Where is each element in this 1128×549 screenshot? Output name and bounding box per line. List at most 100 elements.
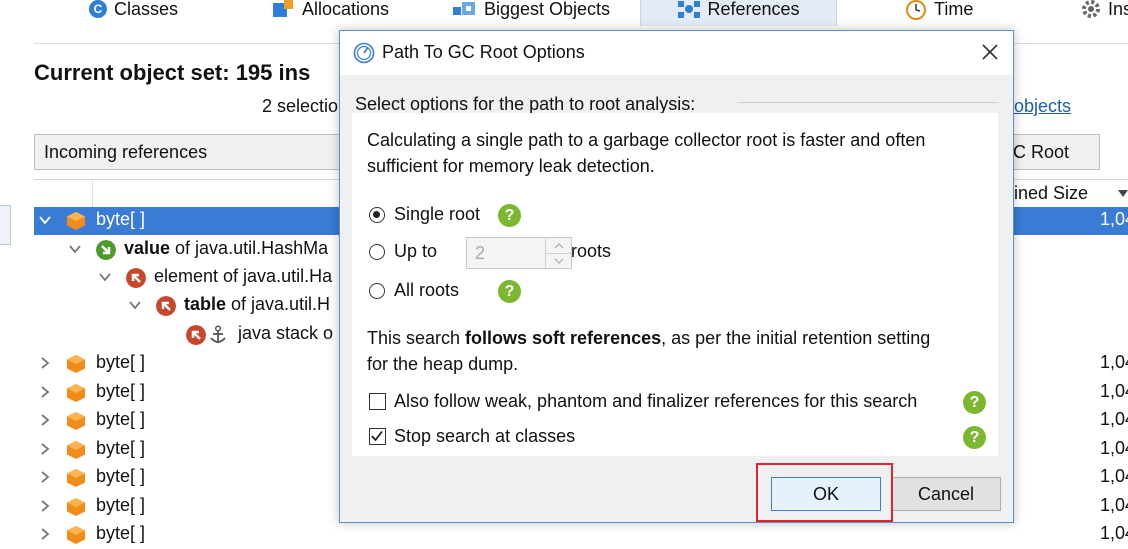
row-size: 1,048 k — [1100, 209, 1128, 229]
follow-weak-references-checkbox[interactable] — [369, 393, 386, 410]
classes-icon: C — [89, 0, 107, 18]
reference-direction-label: Incoming references — [44, 141, 208, 162]
view-tab-bar: C Classes Allocations Biggest Objects Re… — [0, 0, 1128, 26]
row-field-owner: of java.util.H — [226, 294, 331, 314]
tab-label: Classes — [114, 0, 179, 19]
tab-time[interactable]: Time — [904, 0, 973, 26]
ok-button-highlight-annotation — [756, 463, 893, 522]
row-label: byte[ ] — [96, 523, 146, 543]
chevron-down-icon — [554, 258, 564, 264]
time-icon — [906, 0, 926, 20]
row-size: 1,048 k — [1100, 409, 1128, 429]
chevron-down-icon[interactable] — [98, 270, 112, 284]
help-glyph: ? — [969, 428, 980, 446]
tab-allocations[interactable]: Allocations — [272, 0, 389, 26]
row-label: table of java.util.H — [184, 294, 330, 315]
tab-inspections[interactable]: Ins — [1080, 0, 1128, 26]
row-label: byte[ ] — [96, 409, 146, 429]
chevron-right-icon[interactable] — [38, 356, 52, 370]
biggest-objects-icon — [453, 2, 475, 15]
follow-weak-references-label[interactable]: Also follow weak, phantom and finalizer … — [394, 391, 917, 412]
objects-link[interactable]: objects — [1014, 96, 1071, 117]
row-field-name: table — [184, 294, 227, 314]
array-cube-icon — [67, 212, 85, 230]
array-cube-icon — [67, 469, 85, 487]
reference-direction-select[interactable]: Incoming references — [34, 134, 344, 170]
allocations-icon — [273, 0, 293, 17]
row-label: java stack o — [238, 323, 334, 343]
gc-root-anchor-icon — [210, 325, 226, 343]
tab-label: Biggest Objects — [484, 0, 611, 19]
row-size: 1,048 k — [1100, 494, 1128, 515]
row-label: byte[ ] — [96, 437, 146, 458]
up-to-radio[interactable] — [369, 244, 385, 260]
chevron-right-icon[interactable] — [38, 442, 52, 456]
section-label: Select options for the path to root anal… — [355, 94, 696, 114]
spinner-up-button[interactable] — [545, 239, 572, 254]
close-icon[interactable] — [978, 40, 1002, 64]
row-field-name: value — [124, 238, 171, 258]
row-size: 1,048 k — [1100, 352, 1128, 372]
cancel-button-label: Cancel — [917, 483, 975, 504]
chevron-down-icon[interactable] — [38, 213, 52, 227]
soft-references-note-line-2: for the heap dump. — [367, 354, 519, 374]
tab-biggest-objects[interactable]: Biggest Objects — [452, 0, 610, 26]
chevron-right-icon[interactable] — [38, 499, 52, 513]
references-icon — [678, 1, 701, 18]
tab-classes[interactable]: C Classes — [88, 0, 178, 26]
sort-descending-icon[interactable] — [1118, 190, 1128, 197]
help-glyph: ? — [969, 393, 980, 411]
all-roots-radio[interactable] — [369, 283, 385, 299]
gc-root-button[interactable]: C Root — [1008, 134, 1100, 170]
array-cube-icon — [67, 412, 85, 430]
soft-note-bold: follows soft references — [465, 328, 662, 348]
all-roots-label[interactable]: All roots — [394, 280, 459, 301]
row-label: byte[ ] — [96, 352, 146, 372]
chevron-right-icon[interactable] — [38, 413, 52, 427]
green-ref-icon — [96, 240, 116, 260]
chevron-down-icon[interactable] — [128, 298, 142, 312]
soft-note-suffix: , as per the initial retention setting — [661, 328, 931, 348]
page-title: Current object set: 195 ins — [34, 60, 311, 85]
table-row[interactable]: byte[ ] 1,048 k — [34, 521, 1128, 549]
roots-count-spinner[interactable]: 2 — [466, 237, 572, 269]
dialog-title: Path To GC Root Options — [382, 42, 585, 62]
soft-note-prefix: This search — [367, 328, 466, 348]
single-root-label[interactable]: Single root — [394, 204, 480, 225]
stop-at-classes-label[interactable]: Stop search at classes — [394, 426, 575, 447]
tab-references[interactable]: References — [640, 0, 837, 26]
array-cube-icon — [67, 355, 85, 373]
spinner-down-button[interactable] — [545, 254, 572, 268]
help-icon[interactable]: ? — [963, 426, 986, 449]
column-header-retained-size[interactable]: ined Size — [1014, 183, 1088, 204]
chevron-up-icon — [554, 243, 564, 249]
single-root-radio[interactable] — [369, 207, 385, 223]
red-ref-icon — [126, 268, 146, 288]
row-size: 1,048 k — [1100, 523, 1128, 543]
description-line-1: Calculating a single path to a garbage c… — [367, 130, 926, 150]
help-icon[interactable]: ? — [963, 391, 986, 414]
roots-suffix: roots — [571, 241, 612, 261]
chevron-right-icon[interactable] — [38, 470, 52, 484]
chevron-right-icon[interactable] — [38, 385, 52, 399]
checkmark-icon — [371, 430, 383, 442]
help-glyph: ? — [504, 282, 515, 300]
row-field-owner: of java.util.HashMa — [170, 238, 329, 258]
row-label: byte[ ] — [96, 466, 146, 486]
gc-root-button-label: C Root — [1013, 141, 1070, 162]
roots-count-value: 2 — [475, 243, 486, 263]
help-icon[interactable]: ? — [498, 204, 521, 227]
row-label: byte[ ] — [96, 380, 146, 401]
help-icon[interactable]: ? — [498, 280, 521, 303]
stop-at-classes-checkbox[interactable] — [369, 428, 386, 445]
red-ref-icon — [156, 296, 176, 316]
red-ref-icon — [186, 325, 206, 345]
row-label: byte[ ] — [96, 494, 146, 515]
options-panel: Calculating a single path to a garbage c… — [352, 113, 998, 456]
dialog-title-bar: Path To GC Root Options — [340, 31, 1013, 75]
tab-label: Time — [934, 0, 974, 19]
up-to-label[interactable]: Up to — [394, 241, 437, 262]
chevron-down-icon[interactable] — [68, 242, 82, 256]
cancel-button[interactable]: Cancel — [891, 477, 1001, 511]
row-label: element of java.util.Ha — [154, 266, 333, 286]
